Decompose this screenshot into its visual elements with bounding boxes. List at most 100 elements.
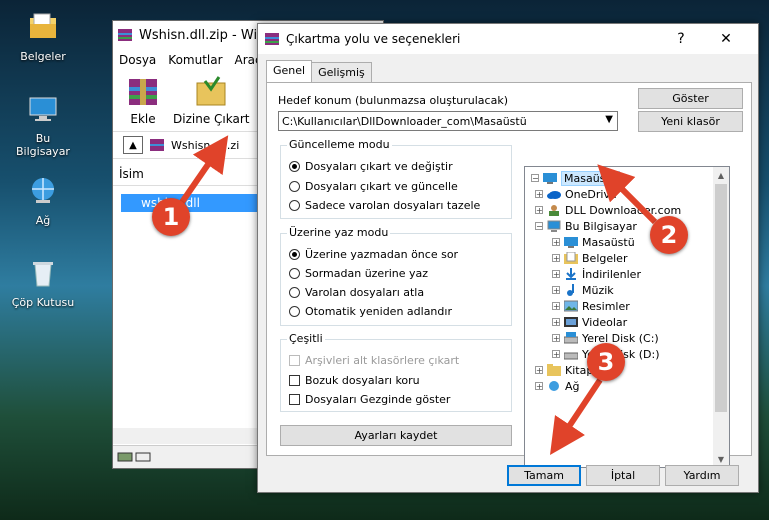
destination-label: Hedef konum (bulunmazsa oluşturulacak)	[278, 94, 508, 107]
archive-add-icon	[129, 79, 157, 105]
show-button[interactable]: Göster	[638, 88, 743, 109]
desktop-icon-this-pc[interactable]: Bu Bilgisayar	[8, 92, 78, 158]
radio[interactable]	[289, 267, 300, 279]
dialog-titlebar[interactable]: Çıkartma yolu ve seçenekleri ? ✕	[258, 24, 758, 54]
expand-icon[interactable]: +	[552, 334, 560, 343]
tree-item-videos[interactable]: + Videolar	[552, 314, 627, 330]
cancel-button[interactable]: İptal	[586, 465, 660, 486]
option-label: Varolan dosyaları atla	[305, 285, 425, 299]
expand-icon[interactable]: +	[552, 350, 560, 359]
option-label: Arşivleri alt klasörlere çıkart	[305, 353, 460, 367]
up-folder-button[interactable]: ▲	[123, 136, 143, 154]
tab-genel[interactable]: Genel	[266, 60, 313, 82]
expand-icon[interactable]: +	[552, 318, 560, 327]
collapse-icon[interactable]: −	[531, 174, 539, 183]
tab-gelismis[interactable]: Gelişmiş	[311, 62, 372, 82]
option-label: Sormadan üzerine yaz	[305, 266, 429, 280]
update-option-extract-replace[interactable]: Dosyaları çıkart ve değiştir	[289, 158, 453, 174]
step-1-badge: 1	[152, 198, 190, 236]
folder-tree[interactable]: − Masaüstü + OneDrive + DLL Downloader.c…	[524, 166, 730, 468]
add-button[interactable]: Ekle	[123, 75, 163, 131]
expand-icon[interactable]: +	[535, 366, 543, 375]
tree-item-pictures[interactable]: + Resimler	[552, 298, 630, 314]
tree-label: Yerel Disk (C:)	[582, 331, 659, 345]
radio[interactable]	[289, 305, 300, 317]
expand-icon[interactable]: +	[552, 254, 560, 263]
new-folder-button[interactable]: Yeni klasör	[638, 111, 743, 132]
update-mode-title: Güncelleme modu	[287, 138, 392, 151]
expand-icon[interactable]: +	[552, 270, 560, 279]
ok-button[interactable]: Tamam	[507, 465, 581, 486]
music-folder-icon	[567, 284, 574, 296]
overwrite-option-rename[interactable]: Otomatik yeniden adlandır	[289, 303, 452, 319]
desktop-icon-network[interactable]: Ağ	[8, 174, 78, 227]
tree-item-pc-desktop[interactable]: + Masaüstü	[552, 234, 635, 250]
winrar-title: Wshisn.dll.zip - WinR	[139, 27, 275, 43]
tree-item-network[interactable]: + Ağ	[535, 378, 580, 394]
desktop-icon-belgeler[interactable]: Belgeler	[8, 10, 78, 63]
destination-path-combo[interactable]: C:\Kullanıcılar\DllDownloader_com\Masaüs…	[278, 111, 618, 131]
desktop-icon-label: Belgeler	[20, 50, 66, 63]
tree-item-this-pc[interactable]: − Bu Bilgisayar	[535, 218, 637, 234]
expand-icon[interactable]: +	[552, 286, 560, 295]
folder-documents-icon	[30, 13, 56, 38]
expand-icon[interactable]: +	[535, 190, 543, 199]
step-2-badge: 2	[650, 216, 688, 254]
radio[interactable]	[289, 180, 300, 192]
tree-label: Müzik	[582, 283, 614, 297]
tree-item-desktop[interactable]: − Masaüstü	[531, 170, 620, 186]
misc-show-in-explorer[interactable]: Dosyaları Gezginde göster	[289, 391, 450, 407]
misc-title: Çeşitli	[287, 332, 325, 345]
help-button[interactable]: Yardım	[665, 465, 739, 486]
radio[interactable]	[289, 286, 300, 298]
checkbox	[289, 354, 300, 366]
overwrite-option-skip[interactable]: Varolan dosyaları atla	[289, 284, 424, 300]
extract-folder-icon	[196, 76, 226, 106]
desktop-icon-recycle-bin[interactable]: Çöp Kutusu	[8, 256, 78, 309]
update-option-extract-update[interactable]: Dosyaları çıkart ve güncelle	[289, 178, 458, 194]
save-settings-button[interactable]: Ayarları kaydet	[280, 425, 512, 446]
checkbox[interactable]	[289, 393, 300, 405]
radio-selected[interactable]	[289, 160, 300, 172]
close-button[interactable]: ✕	[704, 24, 748, 54]
expand-icon[interactable]: +	[552, 302, 560, 311]
expand-icon[interactable]: +	[535, 206, 543, 215]
menu-dosya[interactable]: Dosya	[119, 53, 156, 67]
tree-item-music[interactable]: + Müzik	[552, 282, 614, 298]
drive-icon	[564, 352, 578, 360]
collapse-icon[interactable]: −	[535, 222, 543, 231]
expand-icon[interactable]: +	[552, 238, 560, 247]
radio[interactable]	[289, 199, 300, 211]
expand-icon[interactable]: +	[535, 382, 543, 391]
tree-vertical-scrollbar[interactable]: ▲ ▼	[713, 167, 729, 467]
desktop-icon-label: Çöp Kutusu	[11, 296, 75, 309]
update-option-freshen[interactable]: Sadece varolan dosyaları tazele	[289, 197, 480, 213]
radio-selected[interactable]	[289, 248, 300, 260]
winrar-app-icon	[265, 33, 279, 45]
overwrite-mode-group: Üzerine yaz modu Üzerine yazmadan önce s…	[280, 226, 512, 326]
misc-keep-broken[interactable]: Bozuk dosyaları koru	[289, 372, 420, 388]
tab-bar: Genel Gelişmiş	[266, 60, 372, 82]
menu-komutlar[interactable]: Komutlar	[168, 53, 222, 67]
overwrite-option-no-ask[interactable]: Sormadan üzerine yaz	[289, 265, 428, 281]
network-icon	[32, 178, 54, 203]
tree-item-onedrive[interactable]: + OneDrive	[535, 186, 617, 202]
archive-path[interactable]: Wshisn.dll.zi	[171, 139, 239, 152]
chevron-down-icon[interactable]: ▼	[605, 114, 613, 125]
tree-label: OneDrive	[565, 187, 617, 201]
overwrite-option-ask[interactable]: Üzerine yazmadan önce sor	[289, 246, 458, 262]
scroll-up-icon[interactable]: ▲	[713, 167, 729, 183]
desktop-icon-label: Ağ	[35, 214, 51, 227]
extract-to-button[interactable]: Dizine Çıkart	[173, 75, 249, 131]
archive-icon	[150, 139, 164, 151]
tree-item-user[interactable]: + DLL Downloader.com	[535, 202, 681, 218]
videos-folder-icon	[564, 317, 578, 327]
tree-item-documents[interactable]: + Belgeler	[552, 250, 627, 266]
update-mode-group: Güncelleme modu Dosyaları çıkart ve deği…	[280, 138, 512, 219]
help-title-button[interactable]: ?	[659, 24, 703, 54]
scroll-thumb[interactable]	[715, 184, 727, 412]
extract-to-button-label: Dizine Çıkart	[173, 112, 250, 126]
file-row[interactable]: wshisn.dll	[121, 194, 257, 212]
checkbox[interactable]	[289, 374, 300, 386]
tree-item-downloads[interactable]: + İndirilenler	[552, 266, 641, 282]
